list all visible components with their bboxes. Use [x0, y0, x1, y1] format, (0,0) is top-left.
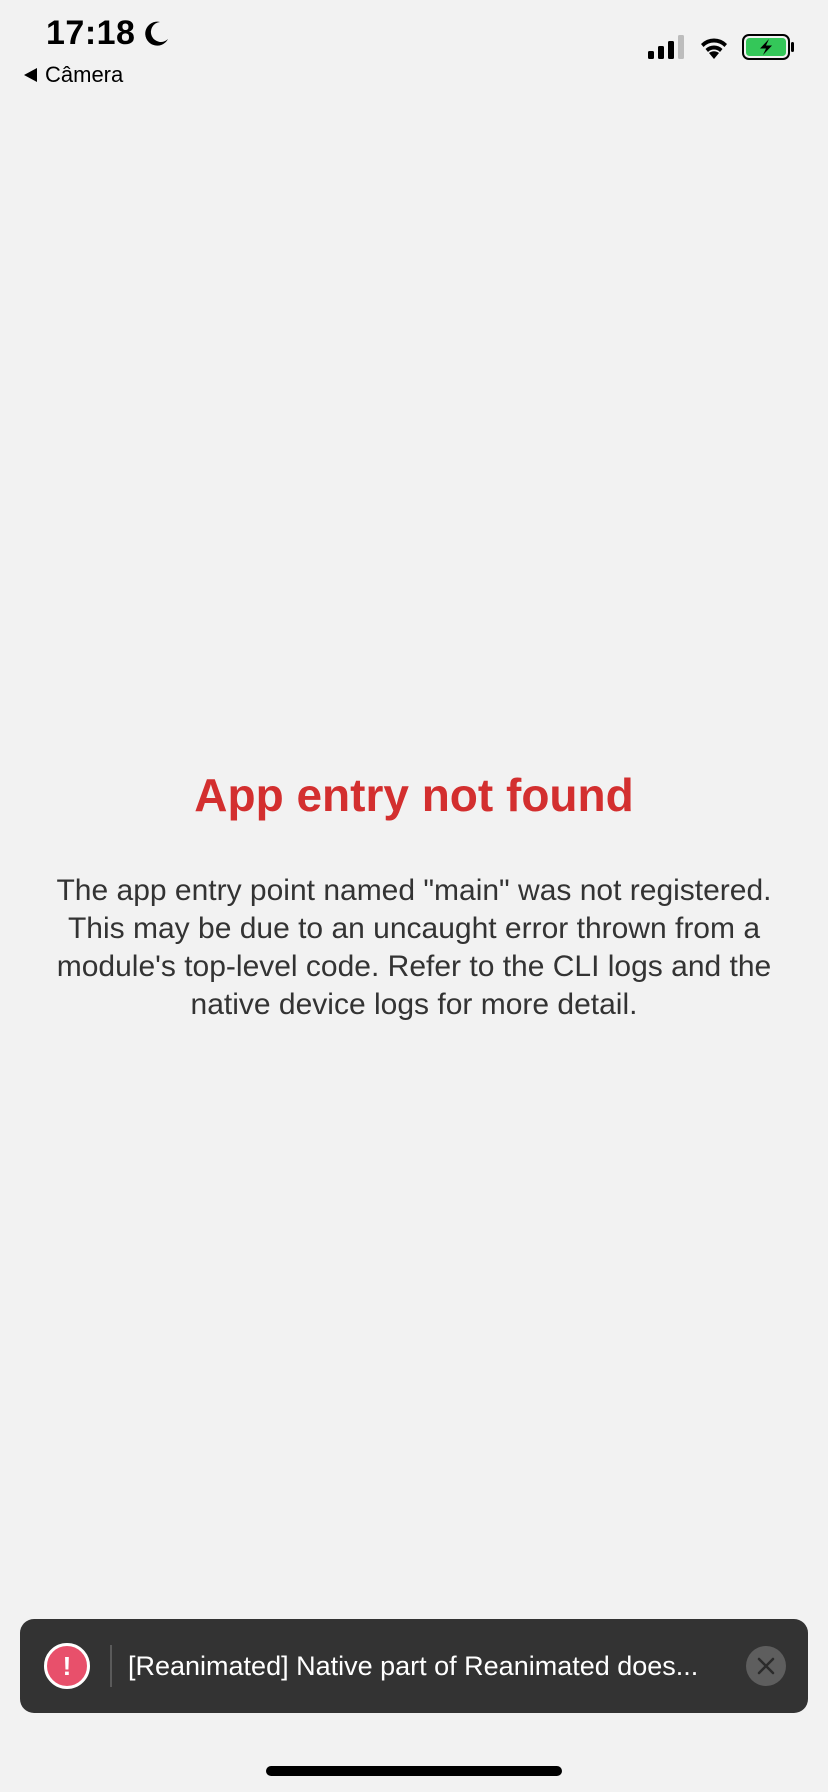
toast-message[interactable]: [Reanimated] Native part of Reanimated d… — [128, 1651, 734, 1682]
battery-charging-icon — [742, 34, 796, 65]
wifi-icon — [698, 35, 730, 64]
error-toast[interactable]: ! [Reanimated] Native part of Reanimated… — [20, 1619, 808, 1713]
close-icon[interactable] — [746, 1646, 786, 1686]
error-icon: ! — [44, 1643, 90, 1689]
error-title: App entry not found — [194, 769, 634, 821]
cellular-signal-icon — [648, 35, 686, 64]
toast-divider — [110, 1645, 112, 1687]
back-to-app-link[interactable]: Câmera — [24, 62, 123, 88]
status-bar-time: 17:18 — [46, 14, 171, 53]
error-message: The app entry point named "main" was not… — [56, 874, 772, 1021]
time-label: 17:18 — [46, 14, 136, 52]
moon-icon — [141, 19, 171, 49]
back-app-label: Câmera — [45, 62, 124, 87]
status-icons — [648, 34, 796, 65]
back-arrow-icon — [24, 68, 37, 82]
home-indicator[interactable] — [266, 1766, 562, 1776]
